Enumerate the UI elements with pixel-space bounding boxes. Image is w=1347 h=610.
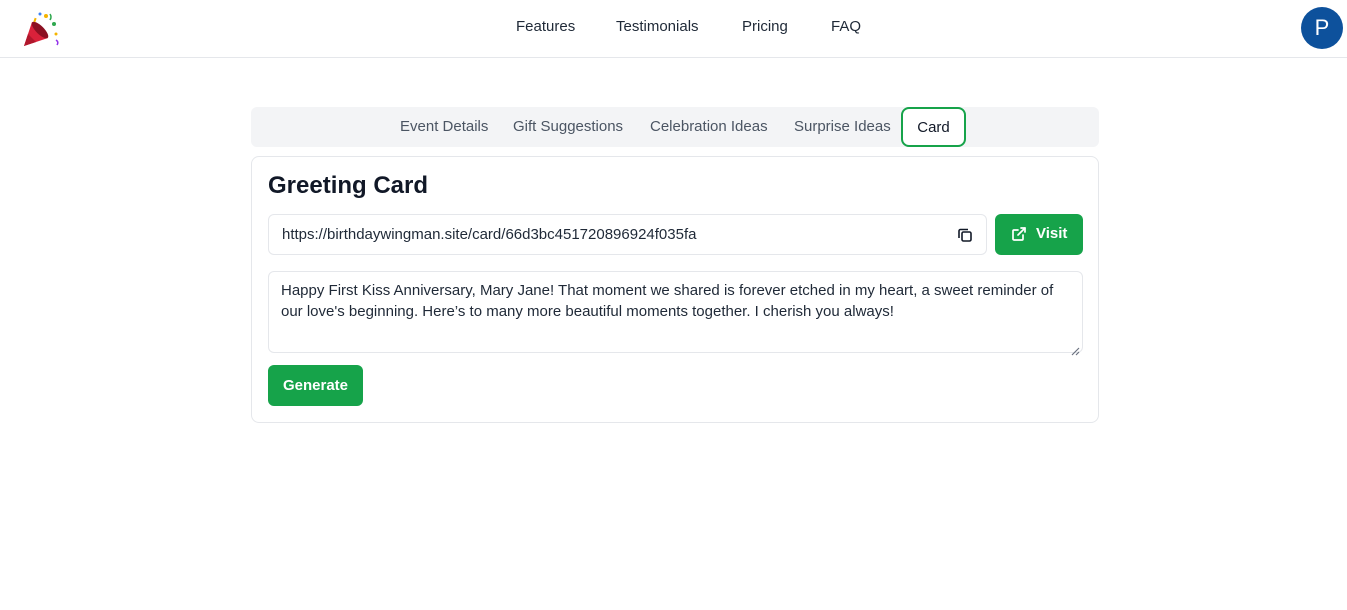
avatar[interactable]: P — [1301, 7, 1343, 49]
tab-card[interactable]: Card — [901, 107, 966, 147]
nav-faq[interactable]: FAQ — [831, 18, 861, 35]
greeting-card-panel: Greeting Card https://birthdaywingman.si… — [251, 156, 1099, 423]
nav-testimonials[interactable]: Testimonials — [616, 18, 699, 35]
page-title: Greeting Card — [268, 172, 429, 199]
resize-handle-icon[interactable] — [1071, 341, 1080, 356]
card-message-text: Happy First Kiss Anniversary, Mary Jane!… — [281, 282, 1054, 320]
visit-button[interactable]: Visit — [995, 214, 1083, 255]
tab-surprise-ideas[interactable]: Surprise Ideas — [794, 111, 891, 143]
avatar-initial: P — [1314, 15, 1330, 40]
card-url-field[interactable]: https://birthdaywingman.site/card/66d3bc… — [268, 214, 987, 255]
card-url-text: https://birthdaywingman.site/card/66d3bc… — [282, 226, 697, 243]
external-link-icon — [1011, 226, 1027, 242]
tab-gift-suggestions[interactable]: Gift Suggestions — [513, 111, 623, 143]
card-message-textarea[interactable]: Happy First Kiss Anniversary, Mary Jane!… — [268, 271, 1083, 356]
visit-button-label: Visit — [1036, 225, 1068, 242]
main-nav: Features Testimonials Pricing FAQ — [0, 0, 1347, 57]
nav-features[interactable]: Features — [516, 18, 575, 35]
tab-celebration-ideas[interactable]: Celebration Ideas — [650, 111, 768, 143]
top-navbar: Features Testimonials Pricing FAQ P — [0, 0, 1347, 58]
tab-event-details[interactable]: Event Details — [400, 111, 488, 143]
tab-bar: Event Details Gift Suggestions Celebrati… — [251, 107, 1099, 147]
copy-icon[interactable] — [956, 226, 974, 244]
generate-button[interactable]: Generate — [268, 365, 363, 406]
nav-pricing[interactable]: Pricing — [742, 18, 788, 35]
